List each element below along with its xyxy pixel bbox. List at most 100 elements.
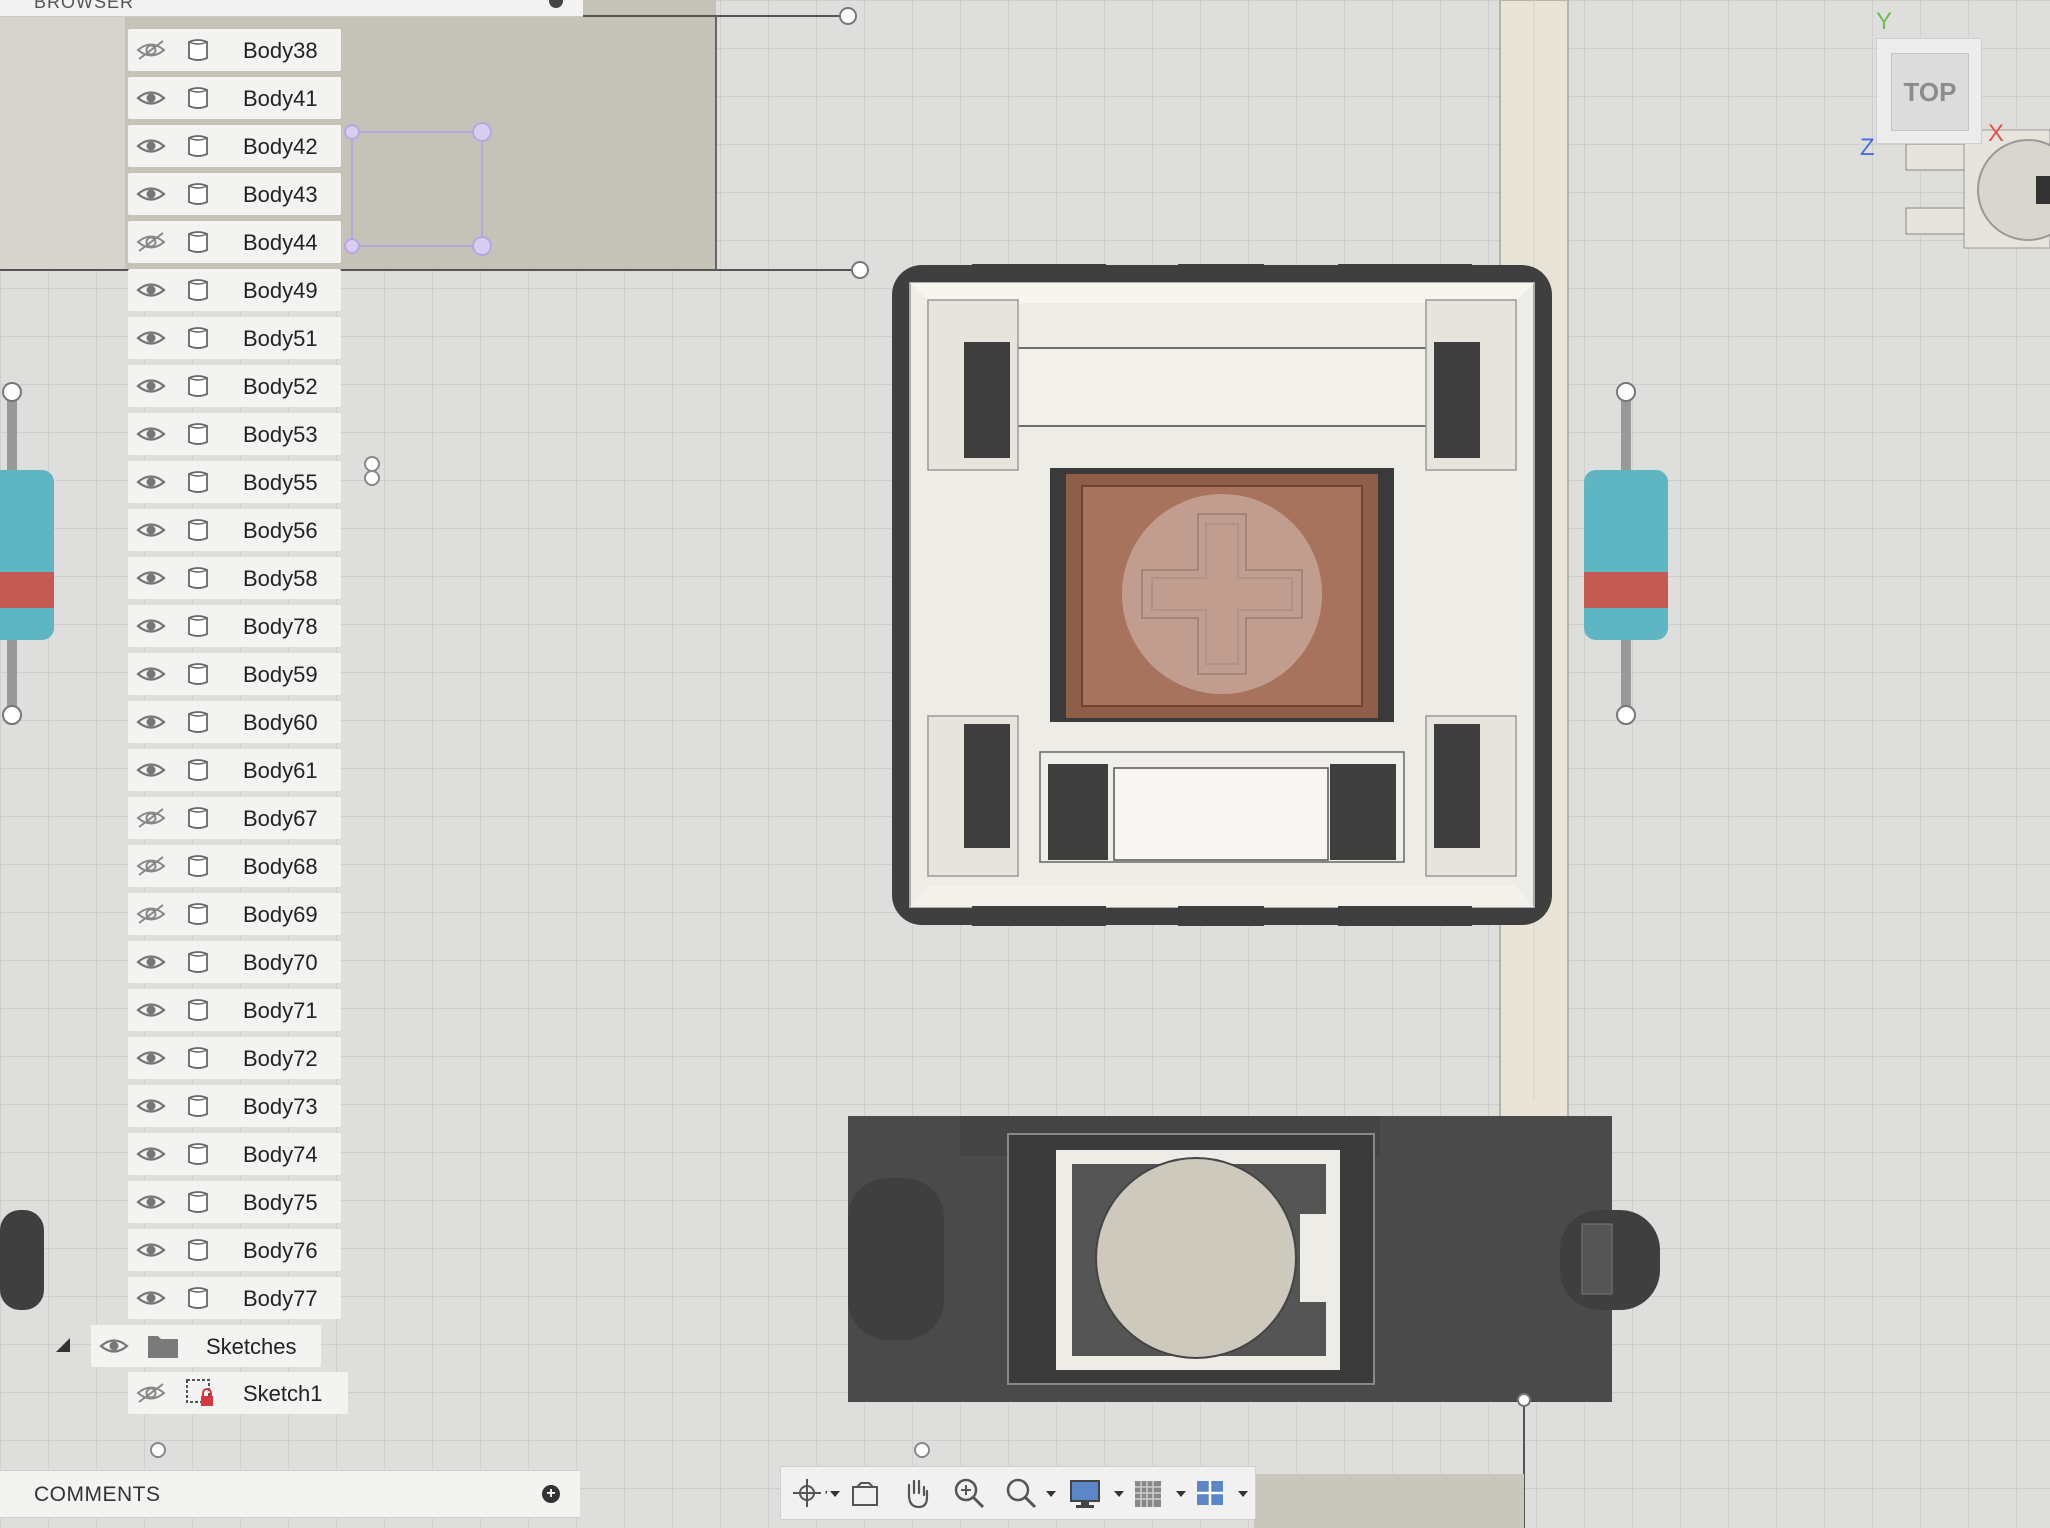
body-icon xyxy=(188,1047,208,1069)
tree-item-body[interactable]: Body56 xyxy=(128,509,341,551)
tree-item-body[interactable]: Body44 xyxy=(128,221,341,263)
visibility-eye-icon[interactable] xyxy=(136,135,166,157)
chevron-down-icon[interactable] xyxy=(1031,1473,1056,1513)
visibility-hidden-eye-icon[interactable] xyxy=(136,1382,166,1404)
visibility-eye-icon[interactable] xyxy=(136,1239,166,1261)
tree-item-body[interactable]: Body43 xyxy=(128,173,341,215)
tree-item-body[interactable]: Body42 xyxy=(128,125,341,167)
chevron-down-icon[interactable] xyxy=(815,1473,840,1513)
tree-item-label: Body58 xyxy=(243,566,318,591)
tree-item-body[interactable]: Body41 xyxy=(128,77,341,119)
look-at-icon[interactable] xyxy=(845,1473,885,1513)
visibility-hidden-eye-icon[interactable] xyxy=(136,855,166,877)
visibility-eye-icon[interactable] xyxy=(136,423,166,445)
tree-item-body[interactable]: Body76 xyxy=(128,1229,341,1271)
tree-item-body[interactable]: Body72 xyxy=(128,1037,341,1079)
expand-triangle-icon[interactable] xyxy=(56,1338,70,1352)
body-icon xyxy=(188,615,208,637)
visibility-hidden-eye-icon[interactable] xyxy=(136,39,166,61)
body-icon xyxy=(188,1143,208,1165)
body-icon xyxy=(188,903,208,925)
body-icon xyxy=(188,1287,208,1309)
visibility-eye-icon[interactable] xyxy=(136,87,166,109)
tree-item-body[interactable]: Body38 xyxy=(128,29,341,71)
visibility-eye-icon[interactable] xyxy=(136,1047,166,1069)
tree-item-body[interactable]: Body74 xyxy=(128,1133,341,1175)
collapse-pin-icon[interactable] xyxy=(549,0,563,8)
tree-item-body[interactable]: Body73 xyxy=(128,1085,341,1127)
tree-item-body[interactable]: Body77 xyxy=(128,1277,341,1319)
body-icon xyxy=(188,423,208,445)
tree-item-body[interactable]: Body52 xyxy=(128,365,341,407)
tree-item-body[interactable]: Body61 xyxy=(128,749,341,791)
plus-circle-icon[interactable]: + xyxy=(542,1485,560,1503)
body-icon xyxy=(188,1191,208,1213)
tree-item-body[interactable]: Body78 xyxy=(128,605,341,647)
tree-item-body[interactable]: Body58 xyxy=(128,557,341,599)
view-cube-face-label: TOP xyxy=(1903,77,1957,107)
tree-item-label: Body38 xyxy=(243,38,318,63)
tree-item-body[interactable]: Body75 xyxy=(128,1181,341,1223)
visibility-eye-icon[interactable] xyxy=(136,663,166,685)
browser-panel-header[interactable]: BROWSER xyxy=(0,0,583,17)
tree-item-body[interactable]: Body51 xyxy=(128,317,341,359)
tree-item-body[interactable]: Body68 xyxy=(128,845,341,887)
view-cube-top-face[interactable]: TOP xyxy=(1891,53,1969,131)
visibility-eye-icon[interactable] xyxy=(136,1095,166,1117)
body-icon xyxy=(188,39,208,61)
tree-item-body[interactable]: Body49 xyxy=(128,269,341,311)
tree-item-body[interactable]: Body71 xyxy=(128,989,341,1031)
body-icon xyxy=(188,1239,208,1261)
chevron-down-icon[interactable] xyxy=(1223,1473,1248,1513)
body-icon xyxy=(188,279,208,301)
visibility-hidden-eye-icon[interactable] xyxy=(136,231,166,253)
body-icon xyxy=(188,375,208,397)
tree-item-body[interactable]: Body69 xyxy=(128,893,341,935)
zoom-icon[interactable] xyxy=(949,1473,989,1513)
tree-item-body[interactable]: Body67 xyxy=(128,797,341,839)
tree-item-label: Body74 xyxy=(243,1142,318,1167)
visibility-hidden-eye-icon[interactable] xyxy=(136,807,166,829)
bottom-mechanism xyxy=(848,1116,1660,1402)
key-switch xyxy=(892,264,1552,926)
visibility-eye-icon[interactable] xyxy=(136,951,166,973)
visibility-eye-icon[interactable] xyxy=(136,1143,166,1165)
visibility-eye-icon[interactable] xyxy=(99,1335,129,1357)
visibility-eye-icon[interactable] xyxy=(136,615,166,637)
visibility-eye-icon[interactable] xyxy=(136,519,166,541)
view-cube[interactable]: TOP xyxy=(1876,38,1982,144)
tree-item-label: Sketch1 xyxy=(243,1381,323,1406)
visibility-eye-icon[interactable] xyxy=(136,711,166,733)
capacitor-left xyxy=(0,382,54,725)
tree-item-body[interactable]: Body60 xyxy=(128,701,341,743)
chevron-down-icon[interactable] xyxy=(1099,1473,1124,1513)
comments-panel[interactable]: COMMENTS + xyxy=(0,1470,580,1518)
visibility-eye-icon[interactable] xyxy=(136,1191,166,1213)
visibility-eye-icon[interactable] xyxy=(136,471,166,493)
visibility-eye-icon[interactable] xyxy=(136,567,166,589)
capacitor-right xyxy=(1584,382,1668,725)
visibility-eye-icon[interactable] xyxy=(136,183,166,205)
body-icon xyxy=(188,855,208,877)
tree-item-label: Body69 xyxy=(243,902,318,927)
tree-item-body[interactable]: Body53 xyxy=(128,413,341,455)
y-axis-label: Y xyxy=(1876,8,1893,35)
visibility-eye-icon[interactable] xyxy=(136,999,166,1021)
visibility-eye-icon[interactable] xyxy=(136,327,166,349)
tree-item-label: Body53 xyxy=(243,422,318,447)
tree-item-label: Sketches xyxy=(206,1334,297,1359)
tree-item-sketch1[interactable]: Sketch1 xyxy=(128,1372,348,1414)
tree-item-body[interactable]: Body55 xyxy=(128,461,341,503)
tree-item-sketches-folder[interactable]: Sketches xyxy=(91,1325,321,1367)
tree-item-body[interactable]: Body59 xyxy=(128,653,341,695)
tree-item-body[interactable]: Body70 xyxy=(128,941,341,983)
pan-icon[interactable] xyxy=(897,1473,937,1513)
visibility-eye-icon[interactable] xyxy=(136,759,166,781)
chevron-down-icon[interactable] xyxy=(1161,1473,1186,1513)
visibility-eye-icon[interactable] xyxy=(136,375,166,397)
visibility-eye-icon[interactable] xyxy=(136,279,166,301)
tree-item-label: Body76 xyxy=(243,1238,318,1263)
canvas-viewport[interactable]: BROWSER Body38 Body41 Body42 Body43 Body44 Bo… xyxy=(0,0,2050,1528)
visibility-eye-icon[interactable] xyxy=(136,1287,166,1309)
visibility-hidden-eye-icon[interactable] xyxy=(136,903,166,925)
